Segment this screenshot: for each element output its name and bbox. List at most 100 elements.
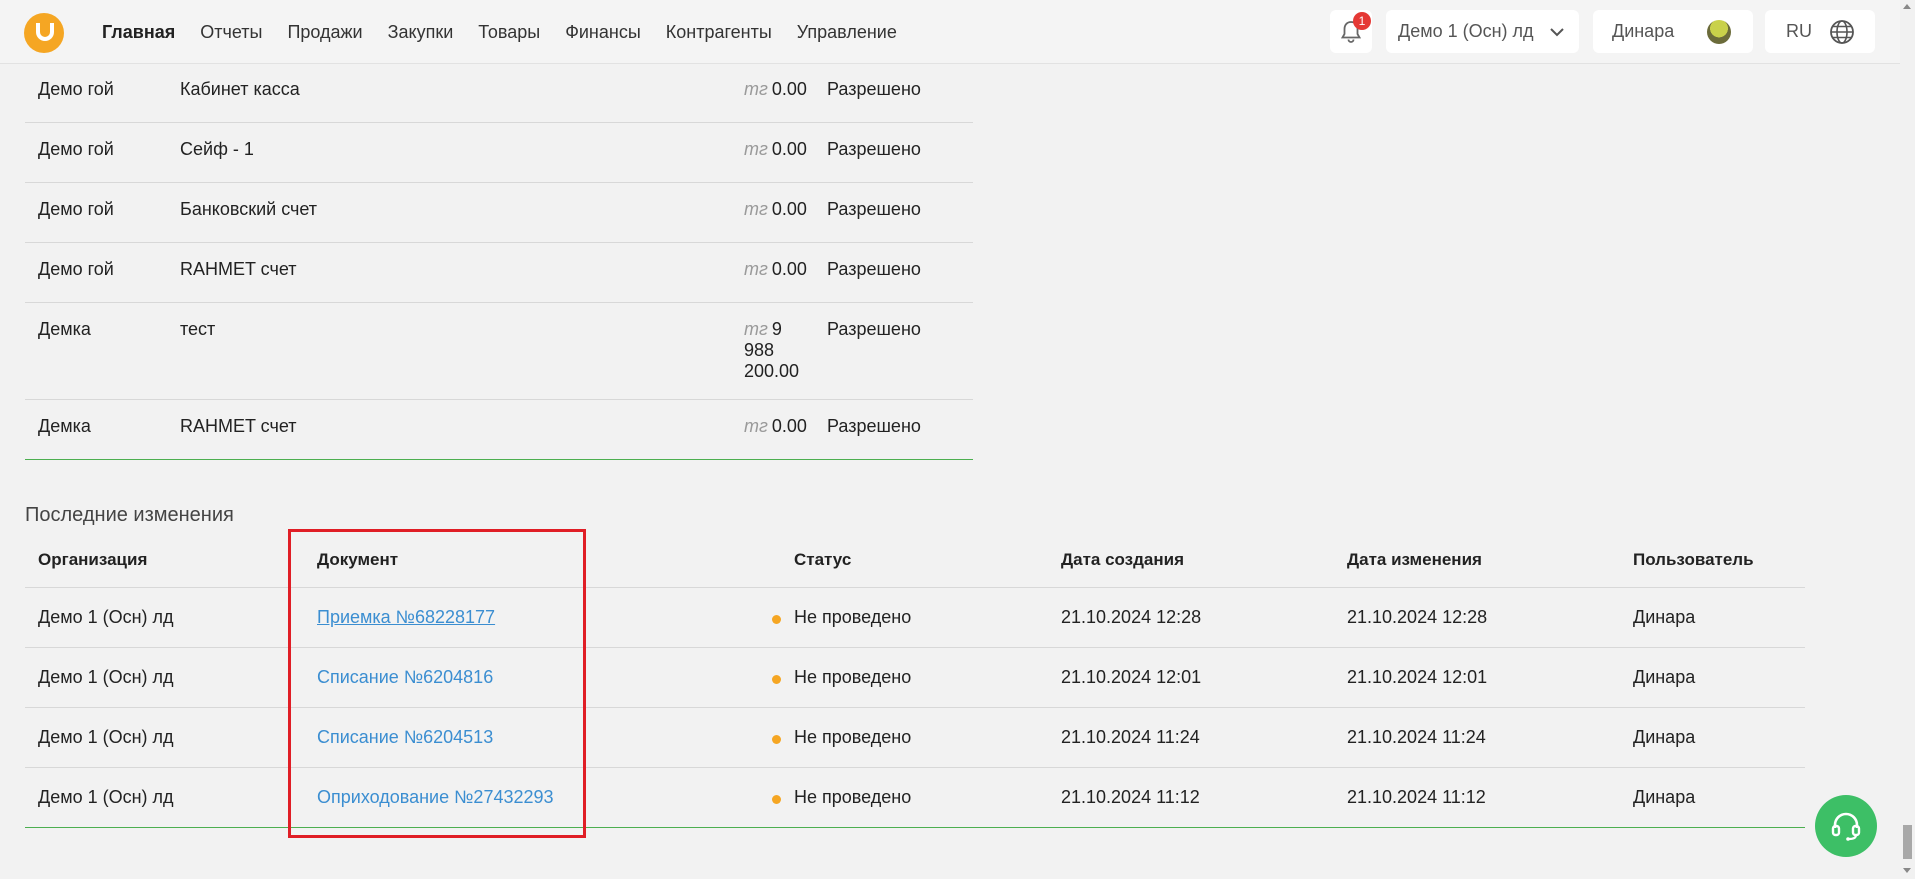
balance-value: 0.00 — [771, 79, 807, 99]
account-name: RAHMET счет — [180, 416, 297, 436]
row-modified-date: 21.10.2024 11:24 — [1347, 727, 1486, 747]
currency-label: тг — [744, 199, 768, 219]
nav-item-management[interactable]: Управление — [797, 22, 897, 43]
row-status: Не проведено — [794, 607, 912, 627]
status-dot-icon — [772, 675, 781, 684]
vertical-scrollbar[interactable] — [1900, 0, 1915, 879]
row-organization: Демо 1 (Осн) лд — [38, 787, 174, 807]
support-chat-button[interactable] — [1815, 795, 1877, 857]
recent-changes-title: Последние изменения — [25, 504, 234, 526]
table-row: Демо гой RAHMET счет тг 0.00 Разрешено — [25, 243, 973, 303]
main-nav: Главная Отчеты Продажи Закупки Товары Фи… — [102, 22, 922, 43]
nav-item-contractors[interactable]: Контрагенты — [666, 22, 772, 43]
currency-label: тг — [744, 139, 768, 159]
row-modified-date: 21.10.2024 12:28 — [1347, 607, 1488, 627]
account-status: Разрешено — [827, 139, 921, 159]
nav-item-finance[interactable]: Финансы — [565, 22, 641, 43]
currency-label: тг — [744, 259, 768, 279]
accounts-table: Демо гой Кабинет касса тг 0.00 Разрешено … — [25, 63, 973, 460]
row-organization: Демо 1 (Осн) лд — [38, 727, 174, 747]
table-row: Демка тест тг 9 988 200.00 Разрешено — [25, 303, 973, 400]
account-balance: тг 9 988 200.00 — [744, 319, 806, 382]
nav-item-purchases[interactable]: Закупки — [388, 22, 454, 43]
status-dot-icon — [772, 795, 781, 804]
account-organization: Демо гой — [38, 259, 114, 279]
row-created-date: 21.10.2024 11:12 — [1061, 787, 1200, 807]
table-row: Демо гой Кабинет касса тг 0.00 Разрешено — [25, 63, 973, 123]
language-code: RU — [1786, 21, 1812, 41]
balance-value: 0.00 — [771, 199, 807, 219]
account-status: Разрешено — [827, 79, 921, 99]
currency-label: тг — [744, 79, 768, 99]
nav-item-sales[interactable]: Продажи — [287, 22, 362, 43]
account-organization: Демо гой — [38, 139, 114, 159]
account-organization: Демка — [38, 319, 91, 339]
document-column-highlight — [288, 529, 586, 838]
status-dot-icon — [772, 735, 781, 744]
row-status: Не проведено — [794, 667, 912, 687]
nav-item-home[interactable]: Главная — [102, 22, 175, 43]
table-row: Демо гой Сейф - 1 тг 0.00 Разрешено — [25, 123, 973, 183]
balance-value: 0.00 — [771, 416, 807, 436]
nav-item-reports[interactable]: Отчеты — [200, 22, 262, 43]
column-header-organization[interactable]: Организация — [38, 550, 147, 570]
account-name: тест — [180, 319, 216, 339]
account-name: Банковский счет — [180, 199, 318, 219]
row-user: Динара — [1633, 667, 1696, 687]
account-status: Разрешено — [827, 199, 921, 219]
row-created-date: 21.10.2024 12:28 — [1061, 607, 1202, 627]
account-organization: Демка — [38, 416, 91, 436]
nav-item-products[interactable]: Товары — [478, 22, 540, 43]
account-balance: тг 0.00 — [744, 259, 807, 280]
row-modified-date: 21.10.2024 11:12 — [1347, 787, 1486, 807]
chevron-down-icon — [1550, 28, 1564, 37]
app-logo[interactable] — [24, 13, 64, 53]
account-status: Разрешено — [827, 319, 921, 339]
notifications-button[interactable]: 1 — [1330, 10, 1372, 53]
status-dot-icon — [772, 615, 781, 624]
account-status: Разрешено — [827, 416, 921, 436]
row-created-date: 21.10.2024 11:24 — [1061, 727, 1200, 747]
scroll-up-icon[interactable] — [1903, 4, 1911, 9]
row-user: Динара — [1633, 787, 1696, 807]
account-organization: Демо гой — [38, 79, 114, 99]
row-organization: Демо 1 (Осн) лд — [38, 667, 174, 687]
account-balance: тг 0.00 — [744, 199, 807, 220]
organization-name: Демо 1 (Осн) лд — [1398, 21, 1534, 41]
user-menu-button[interactable]: Динара — [1593, 10, 1753, 53]
row-status: Не проведено — [794, 727, 912, 747]
scrollbar-thumb[interactable] — [1903, 825, 1912, 859]
top-bar: Главная Отчеты Продажи Закупки Товары Фи… — [0, 0, 1915, 64]
column-header-created[interactable]: Дата создания — [1061, 550, 1184, 570]
row-created-date: 21.10.2024 12:01 — [1061, 667, 1202, 687]
account-balance: тг 0.00 — [744, 139, 807, 160]
row-organization: Демо 1 (Осн) лд — [38, 607, 174, 627]
balance-value: 0.00 — [771, 259, 807, 279]
row-modified-date: 21.10.2024 12:01 — [1347, 667, 1488, 687]
notification-badge: 1 — [1353, 12, 1371, 30]
headset-icon — [1831, 812, 1861, 841]
account-organization: Демо гой — [38, 199, 114, 219]
account-name: Кабинет касса — [180, 79, 300, 99]
table-row: Демка RAHMET счет тг 0.00 Разрешено — [25, 400, 973, 460]
scroll-down-icon[interactable] — [1903, 868, 1911, 873]
balance-value: 0.00 — [771, 139, 807, 159]
user-name: Динара — [1612, 21, 1675, 41]
row-user: Динара — [1633, 607, 1696, 627]
account-name: RAHMET счет — [180, 259, 297, 279]
account-name: Сейф - 1 — [180, 139, 254, 159]
column-header-modified[interactable]: Дата изменения — [1347, 550, 1482, 570]
column-header-status[interactable]: Статус — [794, 550, 851, 570]
account-balance: тг 0.00 — [744, 79, 807, 100]
currency-label: тг — [744, 416, 768, 436]
currency-label: тг — [744, 319, 768, 339]
row-status: Не проведено — [794, 787, 912, 807]
account-balance: тг 0.00 — [744, 416, 807, 437]
organization-selector[interactable]: Демо 1 (Осн) лд — [1386, 10, 1579, 53]
language-selector[interactable]: RU — [1765, 10, 1875, 53]
column-header-user[interactable]: Пользователь — [1633, 550, 1754, 570]
globe-icon — [1830, 20, 1854, 44]
account-status: Разрешено — [827, 259, 921, 279]
table-row: Демо гой Банковский счет тг 0.00 Разрешен… — [25, 183, 973, 243]
row-user: Динара — [1633, 727, 1696, 747]
